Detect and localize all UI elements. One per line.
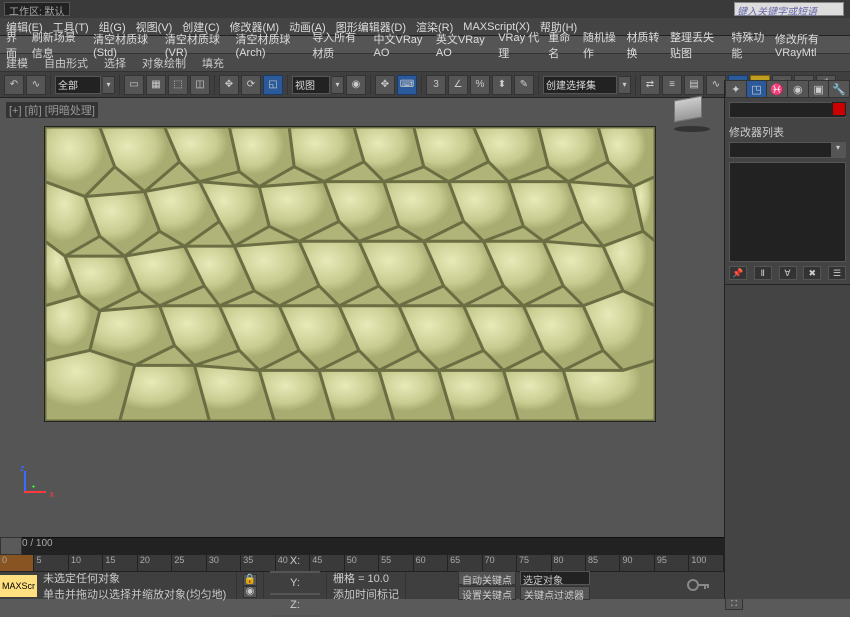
scale-icon[interactable]: ◱	[263, 75, 283, 95]
frame-range: 0 / 100	[22, 538, 53, 549]
main-toolbar: ↶ ∿ 全部 ▾ ▭ ▦ ⬚ ◫ ✥ ⟳ ◱ 视图 ▾ ◉ ✥ ⌨ 3 ∠ % …	[0, 72, 850, 98]
edit-selection-icon[interactable]: ✎	[514, 75, 534, 95]
pivot-icon[interactable]: ◉	[346, 75, 366, 95]
select-icon[interactable]: ▭	[124, 75, 144, 95]
viewport-label[interactable]: [+] [前] [明暗处理]	[6, 102, 98, 118]
modifier-list-label: 修改器列表	[725, 122, 850, 142]
motion-tab-icon[interactable]: ◉	[788, 81, 808, 97]
align-icon[interactable]: ≡	[662, 75, 682, 95]
sec-item[interactable]: 中文VRay AO	[374, 31, 428, 59]
object-color-swatch[interactable]	[832, 102, 846, 116]
z-input[interactable]	[270, 615, 320, 617]
link-icon[interactable]: ∿	[26, 75, 46, 95]
command-tabs: ✦ ◳ ♓ ◉ ▣ 🔧	[725, 80, 850, 98]
percent-snap-icon[interactable]: %	[470, 75, 490, 95]
select-name-icon[interactable]: ▦	[146, 75, 166, 95]
show-result-icon[interactable]: Ⅱ	[754, 266, 772, 280]
dropdown-icon[interactable]: ▾	[103, 76, 115, 94]
grid-size: 栅格 = 10.0	[333, 570, 399, 586]
window-crossing-icon[interactable]: ◫	[190, 75, 210, 95]
create-tab-icon[interactable]: ✦	[726, 81, 746, 97]
y-input[interactable]	[270, 593, 320, 595]
manipulate-icon[interactable]: ✥	[375, 75, 395, 95]
angle-snap-icon[interactable]: ∠	[448, 75, 468, 95]
mirror-icon[interactable]: ⇄	[640, 75, 660, 95]
sec-item[interactable]: 英文VRay AO	[436, 31, 490, 59]
tick: 0	[0, 555, 34, 571]
time-slider[interactable]: 0 / 100	[0, 537, 724, 555]
pin-stack-icon[interactable]: 📌	[729, 266, 747, 280]
command-panel: ✦ ◳ ♓ ◉ ▣ 🔧 修改器列表 ▾ 📌 Ⅱ ∀ ✖ ☰	[724, 80, 850, 599]
remove-mod-icon[interactable]: ✖	[803, 266, 821, 280]
hierarchy-tab-icon[interactable]: ♓	[767, 81, 787, 97]
select-region-icon[interactable]: ⬚	[168, 75, 188, 95]
key-filters-button[interactable]: 关键点过滤器	[520, 586, 590, 600]
key-controls: 自动关键点 设置关键点 选定对象 关键点过滤器	[454, 571, 724, 599]
ribbon-fill[interactable]: 填充	[202, 55, 224, 71]
keyboard-shortcut-icon[interactable]: ⌨	[397, 75, 417, 95]
utilities-tab-icon[interactable]: 🔧	[829, 81, 849, 97]
ribbon-select[interactable]: 选择	[104, 55, 126, 71]
lock-icon[interactable]: 🔒	[243, 574, 257, 586]
set-key-button[interactable]: 设置关键点	[458, 586, 516, 600]
view-cube[interactable]	[674, 98, 710, 132]
object-name-input[interactable]	[729, 102, 846, 118]
sec-item[interactable]: 随机操作	[583, 29, 619, 61]
selection-filter[interactable]: 全部	[55, 76, 101, 94]
modify-tab-icon[interactable]: ◳	[747, 81, 767, 97]
sec-item[interactable]: 特殊功能	[731, 29, 767, 61]
transform-type-in: X: Y: Z:	[264, 572, 327, 599]
sec-item[interactable]: 修改所有VRayMtl	[775, 31, 844, 59]
workspace-selector[interactable]: 工作区: 默认	[4, 2, 70, 16]
x-input[interactable]	[270, 571, 320, 573]
modifier-stack[interactable]	[729, 162, 846, 262]
sec-item[interactable]: 材质转换	[626, 29, 662, 61]
unique-icon[interactable]: ∀	[779, 266, 797, 280]
spinner-snap-icon[interactable]: ⬍	[492, 75, 512, 95]
display-tab-icon[interactable]: ▣	[809, 81, 829, 97]
layers-icon[interactable]: ▤	[684, 75, 704, 95]
key-target[interactable]: 选定对象	[520, 571, 590, 585]
configure-icon[interactable]: ☰	[828, 266, 846, 280]
move-icon[interactable]: ✥	[219, 75, 239, 95]
ribbon-modeling[interactable]: 建模	[6, 55, 28, 71]
sec-item[interactable]: 整理丢失贴图	[670, 29, 723, 61]
work-area: [+] [前] [明暗处理]	[0, 98, 724, 537]
isolate-icon[interactable]: ◉	[243, 586, 257, 598]
ribbon-paint[interactable]: 对象绘制	[142, 55, 186, 71]
snap-icon[interactable]: 3	[426, 75, 446, 95]
time-slider-thumb[interactable]	[0, 537, 22, 555]
time-tag[interactable]: 添加时间标记	[333, 586, 399, 602]
dropdown-icon[interactable]: ▾	[332, 76, 344, 94]
sec-item[interactable]: 重命名	[548, 29, 575, 61]
rotate-icon[interactable]: ⟳	[241, 75, 261, 95]
axis-gizmo: zx	[10, 467, 50, 507]
help-search-input[interactable]: 键入关键字或短语	[734, 2, 844, 16]
maximize-icon[interactable]: ⛶	[725, 598, 743, 610]
status-prompt: 单击并拖动以选择并缩放对象(均匀地)	[43, 586, 230, 602]
status-selection: 未选定任何对象	[43, 570, 230, 586]
modifier-dropdown[interactable]: ▾	[729, 142, 846, 158]
sec-item[interactable]: 导入所有材质	[312, 29, 365, 61]
dropdown-icon[interactable]: ▾	[619, 76, 631, 94]
sec-item[interactable]: VRay 代理	[498, 29, 540, 61]
ribbon-freeform[interactable]: 自由形式	[44, 55, 88, 71]
title-bar: 工作区: 默认	[0, 0, 850, 18]
sec-item[interactable]: 清空材质球(Arch)	[236, 31, 305, 59]
undo-icon[interactable]: ↶	[4, 75, 24, 95]
curve-editor-icon[interactable]: ∿	[706, 75, 726, 95]
selection-set[interactable]: 创建选择集	[543, 76, 617, 94]
maxscript-listener[interactable]: MAXScr	[0, 575, 37, 597]
viewport[interactable]	[44, 126, 656, 422]
ref-coord[interactable]: 视图	[292, 76, 330, 94]
plugin-toolbar: 界面 刷新场景信息 清空材质球(Std) 清空材质球(VR) 清空材质球(Arc…	[0, 36, 850, 54]
auto-key-button[interactable]: 自动关键点	[458, 571, 516, 585]
